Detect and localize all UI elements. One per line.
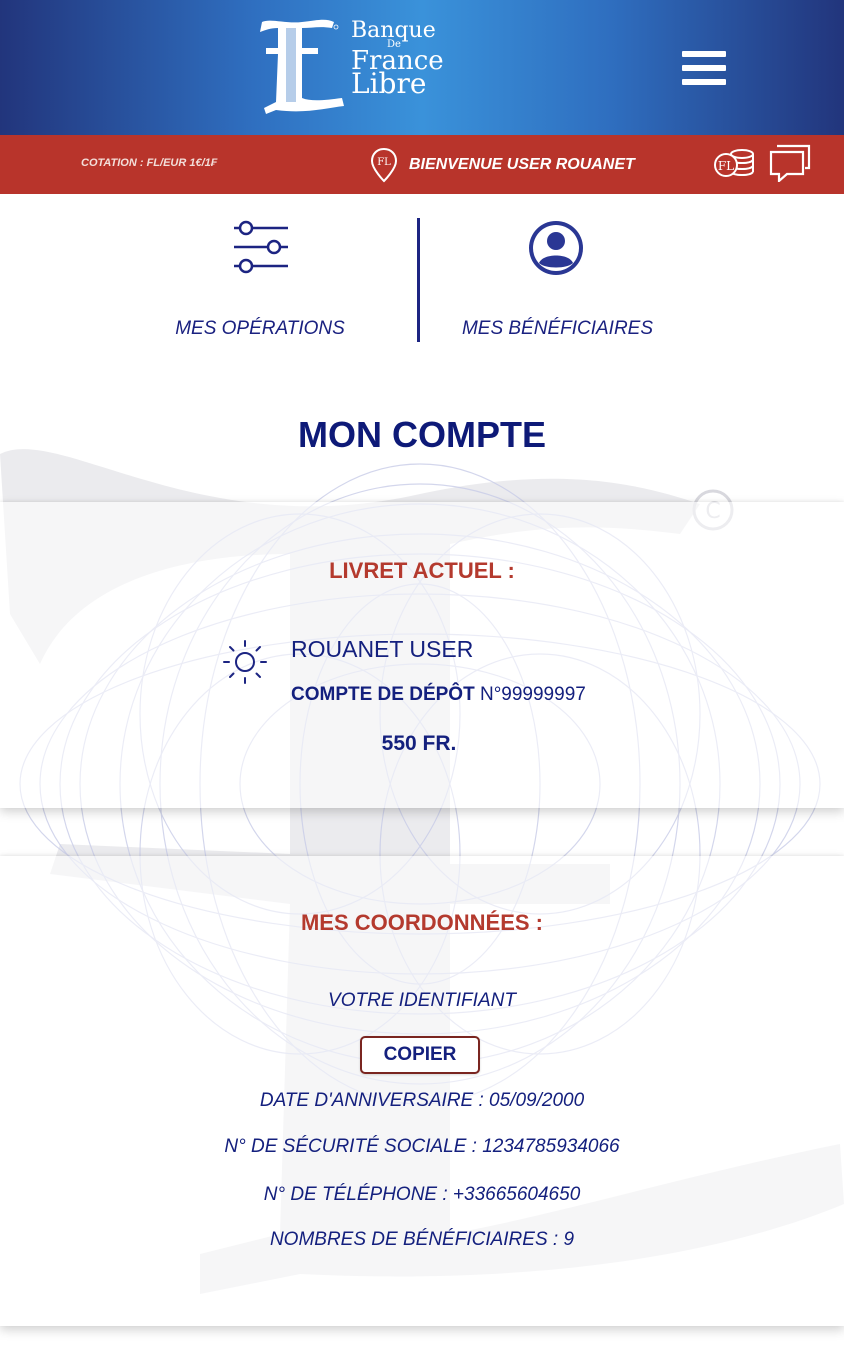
bank-logo[interactable]: Banque De France Libre xyxy=(256,18,456,114)
coins-icon[interactable]: FL xyxy=(712,146,756,180)
nav-divider xyxy=(417,218,420,342)
cotation-text: COTATION : FL/EUR 1€/1₣ xyxy=(81,157,217,169)
chat-icon[interactable] xyxy=(769,142,811,182)
birthday-line: DATE D'ANNIVERSAIRE : 05/09/2000 xyxy=(259,1090,585,1111)
account-type-line: COMPTE DE DÉPÔT N°99999997 xyxy=(291,684,586,706)
page-title: MON COMPTE xyxy=(298,414,546,455)
app-header: Banque De France Libre xyxy=(0,0,844,135)
user-avatar-icon xyxy=(529,221,583,275)
beneficiaries-nav-item[interactable]: MES BÉNÉFICIAIRES xyxy=(440,194,675,354)
fl-monogram-logo xyxy=(260,19,344,114)
account-type: COMPTE DE DÉPÔT xyxy=(291,684,475,705)
svg-text:FL: FL xyxy=(718,159,734,173)
phone-line: N° DE TÉLÉPHONE : +33665604650 xyxy=(263,1184,581,1205)
account-holder-name: ROUANET USER xyxy=(291,636,474,662)
svg-text:FL: FL xyxy=(377,157,391,168)
coordonnees-card: MES COORDONNÉES : VOTRE IDENTIFIANT COPI… xyxy=(0,856,844,1326)
operations-label: MES OPÉRATIONS xyxy=(175,318,345,339)
operations-nav-item[interactable]: MES OPÉRATIONS xyxy=(150,194,370,354)
coordonnees-heading: MES COORDONNÉES : xyxy=(300,910,544,935)
sliders-icon xyxy=(234,220,288,274)
sun-icon xyxy=(223,640,267,684)
welcome-text: BIENVENUE USER ROUANET xyxy=(409,156,635,173)
beneficiaries-label: MES BÉNÉFICIAIRES xyxy=(461,318,654,339)
beneficiaries-count-line: NOMBRES DE BÉNÉFICIAIRES : 9 xyxy=(269,1229,575,1250)
account-balance: 550 FR. xyxy=(381,732,457,755)
account-number: N°99999997 xyxy=(479,684,586,705)
welcome-block: FL BIENVENUE USER ROUANET xyxy=(370,145,635,185)
logo-wordmark: Banque De France Libre xyxy=(351,20,444,98)
quick-nav: MES OPÉRATIONS MES BÉNÉFICIAIRES xyxy=(0,194,844,384)
identifiant-label: VOTRE IDENTIFIANT xyxy=(328,990,516,1011)
livret-heading: LIVRET ACTUEL : xyxy=(329,558,515,583)
ssn-line: N° DE SÉCURITÉ SOCIALE : 1234785934066 xyxy=(224,1136,620,1157)
copy-button[interactable]: COPIER xyxy=(360,1036,480,1074)
location-pin-icon: FL xyxy=(370,147,398,183)
hamburger-menu-icon[interactable] xyxy=(682,51,726,85)
info-bar: COTATION : FL/EUR 1€/1₣ FL BIENVENUE USE… xyxy=(0,135,844,194)
livret-card: LIVRET ACTUEL : ROUANET USER COMPTE DE D… xyxy=(0,502,844,808)
